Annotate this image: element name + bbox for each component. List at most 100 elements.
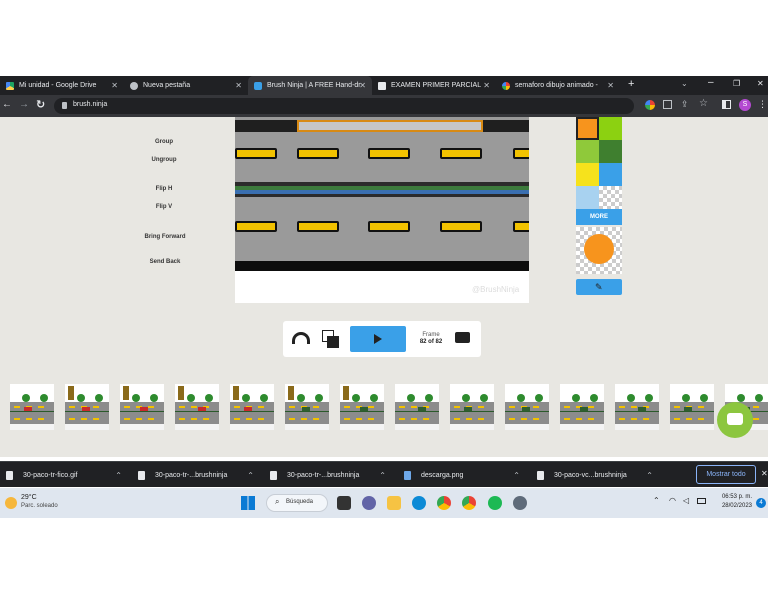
send-back-button[interactable]: Send Back: [140, 259, 190, 266]
eyedropper-button[interactable]: ✎: [576, 279, 622, 295]
classroom-icon: [378, 81, 386, 90]
close-tab-icon[interactable]: ✕: [111, 81, 118, 90]
tab-examen[interactable]: EXAMEN PRIMER PARCIAL ✕: [372, 76, 496, 95]
flip-h-button[interactable]: Flip H: [129, 186, 199, 193]
color-swatch[interactable]: [576, 186, 599, 209]
color-swatch[interactable]: [599, 117, 622, 140]
animation-frame-thumbnail[interactable]: [505, 384, 549, 430]
animation-frame-thumbnail[interactable]: [615, 384, 659, 430]
share-icon[interactable]: ⇪: [681, 99, 689, 110]
edge-icon[interactable]: [412, 496, 426, 510]
lane-dash: [297, 221, 339, 232]
windows-taskbar: 29°C Parc. soleado ⌕ Búsqueda ⌃ ◠ ◁ 06:5…: [0, 488, 768, 518]
new-tab-plus-icon[interactable]: +: [628, 78, 634, 90]
ungroup-button[interactable]: Ungroup: [129, 157, 199, 164]
color-swatch[interactable]: [576, 163, 599, 186]
download-item[interactable]: 30-paco-tr-...brushninja ⌃: [138, 462, 254, 488]
minimize-icon[interactable]: –: [708, 77, 714, 88]
animation-frame-thumbnail[interactable]: [175, 384, 219, 430]
animation-frame-thumbnail[interactable]: [10, 384, 54, 430]
translate-icon[interactable]: [663, 100, 672, 109]
google-lens-icon[interactable]: [645, 100, 655, 110]
bring-forward-button[interactable]: Bring Forward: [140, 234, 190, 241]
clock-time[interactable]: 06:53 p. m.: [714, 494, 752, 500]
chat-teams-icon[interactable]: [362, 496, 376, 510]
chrome-taskbar-icon[interactable]: [437, 496, 451, 510]
chevron-up-icon[interactable]: ⌃: [379, 471, 386, 480]
forward-arrow-icon[interactable]: →: [19, 99, 29, 110]
taskbar-search-box[interactable]: ⌕ Búsqueda: [266, 494, 328, 512]
tab-new-tab[interactable]: Nueva pestaña ✕: [124, 76, 248, 95]
tab-google-drive[interactable]: Mi unidad - Google Drive ✕: [0, 76, 124, 95]
animation-frame-thumbnail[interactable]: [340, 384, 384, 430]
browser-tab-bar: Mi unidad - Google Drive ✕ Nueva pestaña…: [0, 76, 768, 95]
settings-gear-icon[interactable]: [513, 496, 527, 510]
animation-frame-thumbnail[interactable]: [395, 384, 439, 430]
close-tab-icon[interactable]: ✕: [483, 81, 490, 90]
animation-frame-thumbnail[interactable]: [670, 384, 714, 430]
task-view-icon[interactable]: [337, 496, 351, 510]
color-swatch[interactable]: [576, 140, 599, 163]
drawing-canvas[interactable]: @BrushNinja: [235, 117, 529, 303]
bookmark-star-icon[interactable]: ☆: [699, 98, 708, 109]
download-item[interactable]: 30-paco-vc...brushninja ⌃: [537, 462, 653, 488]
reload-icon[interactable]: ↻: [36, 98, 45, 111]
chat-button[interactable]: [717, 402, 753, 438]
clock-date[interactable]: 28/02/2023: [714, 503, 752, 509]
close-tab-icon[interactable]: ✕: [359, 81, 366, 90]
group-button[interactable]: Group: [129, 139, 199, 146]
wifi-icon[interactable]: ◠: [669, 496, 676, 505]
url-field[interactable]: brush.ninja: [54, 98, 634, 114]
battery-icon[interactable]: [697, 498, 706, 504]
close-tab-icon[interactable]: ✕: [607, 81, 614, 90]
notification-badge[interactable]: 4: [756, 498, 766, 508]
more-colors-button[interactable]: MORE: [576, 209, 622, 225]
profile-avatar[interactable]: S: [739, 99, 751, 111]
duplicate-frame-icon-back: [327, 336, 339, 348]
more-menu-icon[interactable]: ⋮: [758, 99, 767, 110]
tab-brush-ninja[interactable]: Brush Ninja | A FREE Hand-dr ✕: [248, 76, 372, 95]
color-swatch[interactable]: [576, 117, 599, 140]
comment-icon[interactable]: [455, 332, 470, 343]
play-button[interactable]: [350, 326, 406, 352]
volume-icon[interactable]: ◁: [683, 496, 689, 505]
animation-frame-thumbnail[interactable]: [450, 384, 494, 430]
chevron-up-icon[interactable]: ⌃: [646, 471, 653, 480]
file-explorer-icon[interactable]: [387, 496, 401, 510]
close-window-icon[interactable]: ✕: [757, 79, 764, 88]
weather-temperature[interactable]: 29°C: [21, 494, 37, 501]
animation-frame-thumbnail[interactable]: [230, 384, 274, 430]
flip-v-button[interactable]: Flip V: [129, 204, 199, 211]
download-item[interactable]: descarga.png ⌃: [404, 462, 520, 488]
animation-frame-thumbnail[interactable]: [285, 384, 329, 430]
show-all-downloads-button[interactable]: Mostrar todo: [696, 465, 756, 484]
side-panel-icon[interactable]: [722, 100, 731, 109]
color-swatch[interactable]: [599, 140, 622, 163]
onion-skin-icon[interactable]: [292, 332, 310, 344]
weather-sun-icon[interactable]: [5, 497, 17, 509]
animation-frame-thumbnail[interactable]: [560, 384, 604, 430]
chevron-up-tray-icon[interactable]: ⌃: [653, 496, 660, 505]
tab-search-chevron-icon[interactable]: ⌄: [681, 79, 688, 88]
file-icon: [537, 470, 544, 480]
animation-frame-thumbnail[interactable]: [120, 384, 164, 430]
color-swatch[interactable]: [599, 186, 622, 209]
fill-tool[interactable]: [576, 227, 622, 274]
tab-semaforo[interactable]: semaforo dibujo animado - ✕: [496, 76, 620, 95]
spotify-icon[interactable]: [488, 496, 502, 510]
animation-frame-thumbnail[interactable]: [65, 384, 109, 430]
chevron-up-icon[interactable]: ⌃: [513, 471, 520, 480]
windows-start-icon[interactable]: [241, 496, 255, 510]
chrome-profile-taskbar-icon[interactable]: [462, 496, 476, 510]
close-tab-icon[interactable]: ✕: [235, 81, 242, 90]
chevron-up-icon[interactable]: ⌃: [115, 471, 122, 480]
chevron-up-icon[interactable]: ⌃: [247, 471, 254, 480]
download-item[interactable]: 30-paco-tr-...brushninja ⌃: [270, 462, 386, 488]
bus-shape: [297, 120, 483, 132]
download-item[interactable]: 30-paco-tr-fico.gif ⌃: [6, 462, 122, 488]
restore-icon[interactable]: ❐: [733, 79, 740, 88]
weather-description[interactable]: Parc. soleado: [21, 503, 58, 509]
close-downloads-icon[interactable]: ✕: [761, 469, 768, 478]
color-swatch[interactable]: [599, 163, 622, 186]
back-arrow-icon[interactable]: ←: [2, 99, 12, 110]
